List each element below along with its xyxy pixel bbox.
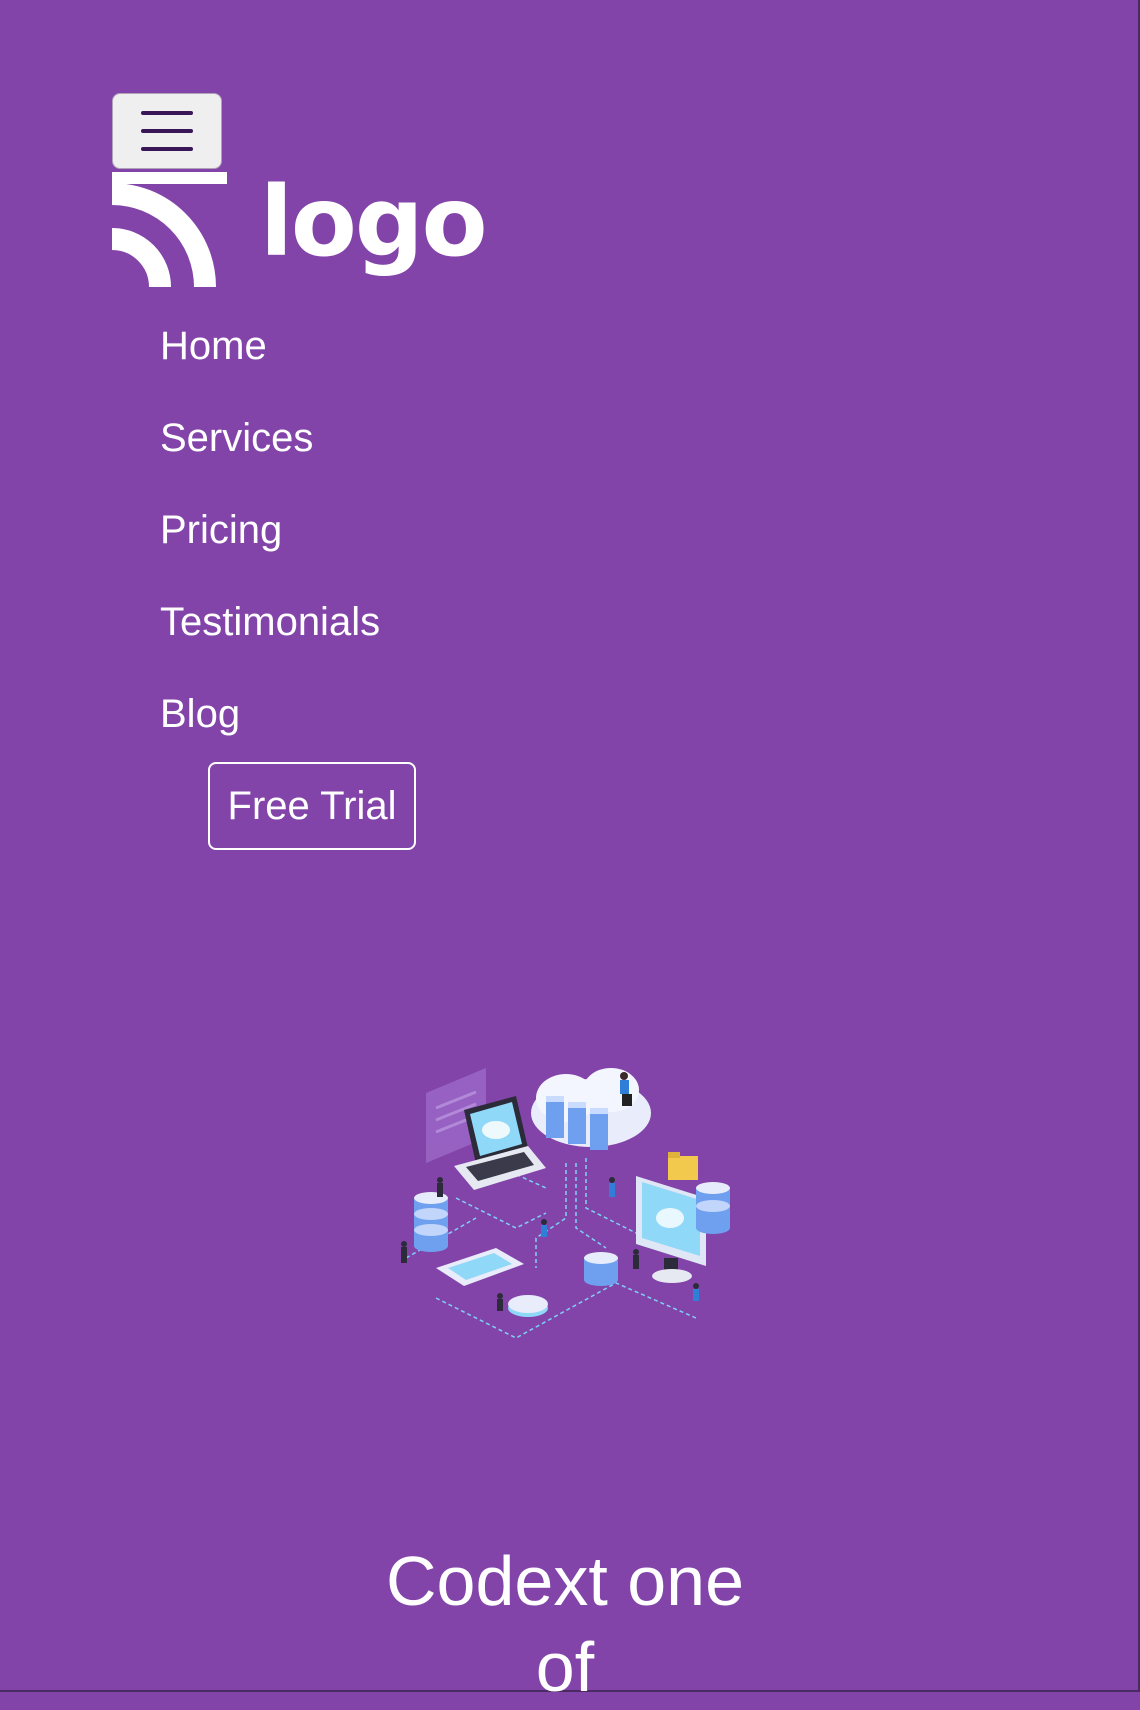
nav-link-blog[interactable]: Blog — [160, 692, 240, 737]
hamburger-icon — [141, 111, 193, 151]
free-trial-button[interactable]: Free Trial — [208, 762, 416, 850]
nav-item-services: Services — [160, 392, 380, 484]
hero-title-line-2: of — [535, 1628, 595, 1706]
main-nav: Home Services Pricing Testimonials Blog — [160, 300, 380, 760]
cloud-network-illustration-icon — [401, 1068, 730, 1339]
hero-title-line-1: Codext one — [385, 1542, 745, 1620]
nav-item-pricing: Pricing — [160, 484, 380, 576]
nav-item-testimonials: Testimonials — [160, 576, 380, 668]
nav-link-services[interactable]: Services — [160, 416, 313, 461]
hero-title: Codext one of — [300, 1538, 830, 1710]
nav-link-testimonials[interactable]: Testimonials — [160, 600, 380, 645]
nav-item-blog: Blog — [160, 668, 380, 760]
nav-link-pricing[interactable]: Pricing — [160, 508, 282, 553]
logo-text: logo — [260, 166, 488, 278]
nav-item-home: Home — [160, 300, 380, 392]
nav-link-home[interactable]: Home — [160, 324, 267, 369]
navbar-toggler-button[interactable] — [112, 93, 222, 169]
brand-logo[interactable]: logo — [112, 172, 488, 287]
hero-illustration — [396, 1068, 736, 1340]
